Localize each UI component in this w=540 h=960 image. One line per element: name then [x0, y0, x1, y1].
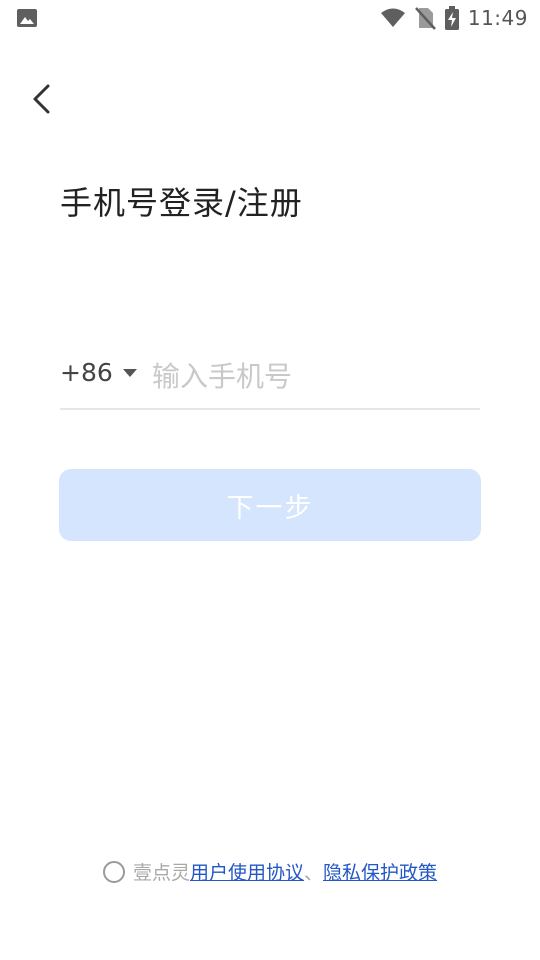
user-agreement-link[interactable]: 用户使用协议 [190, 858, 304, 885]
caret-down-icon [122, 368, 137, 377]
status-bar: 11:49 [0, 0, 540, 36]
chevron-left-icon [33, 84, 50, 114]
image-icon [17, 9, 37, 27]
country-code-label: +86 [60, 358, 113, 387]
wifi-icon [380, 8, 405, 27]
privacy-policy-link[interactable]: 隐私保护政策 [323, 858, 437, 885]
agreement-prefix: 壹点灵 [132, 862, 190, 884]
agreement-separator: 、 [304, 862, 324, 884]
no-sim-icon [414, 7, 436, 30]
back-button[interactable] [24, 78, 64, 120]
phone-input-row: +86 [60, 348, 480, 410]
agreement-row: 壹点灵 用户使用协议 、 隐私保护政策 [0, 858, 540, 885]
status-time: 11:49 [467, 6, 528, 30]
agree-radio[interactable] [102, 860, 125, 883]
battery-charging-icon [444, 6, 459, 30]
next-button[interactable]: 下一步 [59, 469, 481, 541]
country-code-selector[interactable]: +86 [60, 358, 137, 387]
status-icons: 11:49 [380, 5, 528, 31]
phone-number-input[interactable] [152, 352, 472, 400]
page-title: 手机号登录/注册 [60, 184, 303, 222]
